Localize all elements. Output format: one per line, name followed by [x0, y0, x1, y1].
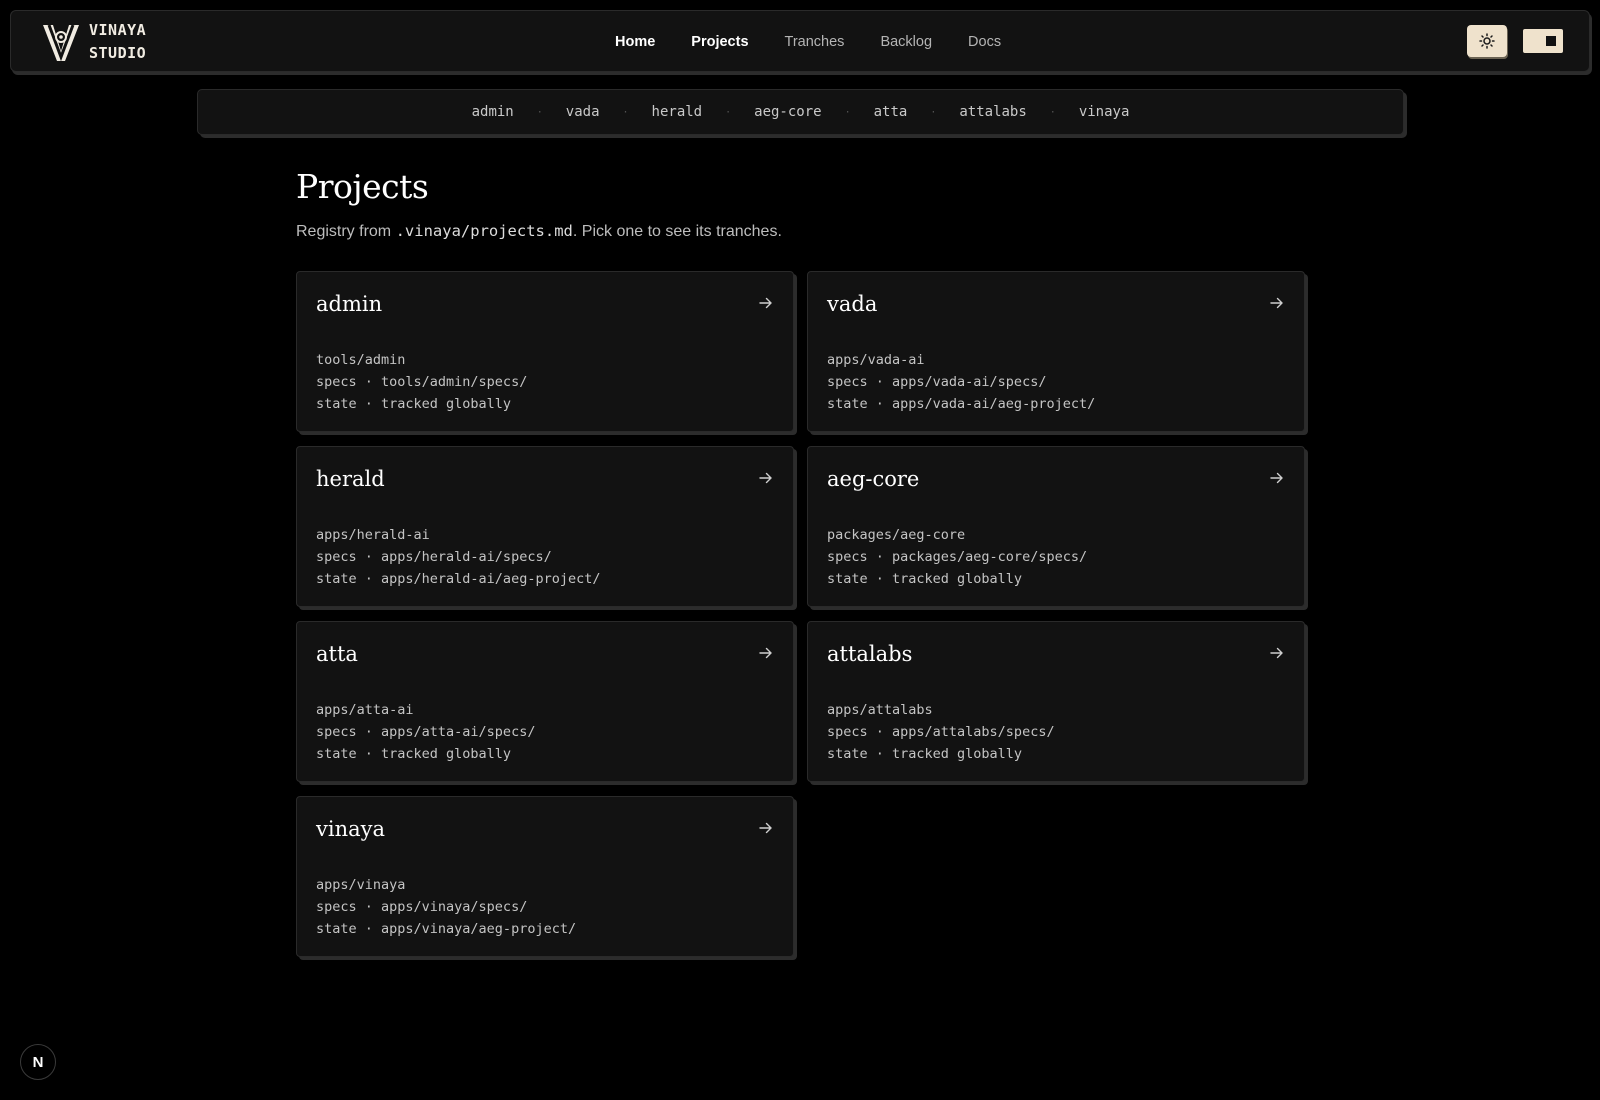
project-card-details: apps/vinaya specs · apps/vinaya/specs/sta…: [316, 874, 576, 940]
strip-link-herald[interactable]: herald: [652, 104, 703, 120]
page-subtitle: Registry from .vinaya/projects.md. Pick …: [296, 222, 782, 241]
subtitle-code-path: .vinaya/projects.md: [395, 222, 573, 240]
project-card-title: vada: [827, 292, 878, 316]
brand-line-1: VINAYA: [89, 21, 147, 39]
project-state: state · tracked globally: [827, 746, 1023, 762]
strip-link-admin[interactable]: admin: [472, 104, 514, 120]
project-card-title: attalabs: [827, 642, 913, 666]
project-card-title: admin: [316, 292, 383, 316]
strip-separator: ·: [725, 106, 732, 118]
project-specs: specs · apps/vinaya/specs/: [316, 899, 528, 915]
strip-link-vinaya[interactable]: vinaya: [1079, 104, 1130, 120]
project-path: apps/attalabs: [827, 702, 933, 718]
project-state: state · apps/vinaya/aeg-project/: [316, 921, 577, 937]
arrow-right-icon: [759, 821, 773, 840]
nav-link-docs[interactable]: Docs: [968, 34, 1001, 50]
sun-icon: [1479, 33, 1495, 49]
nextjs-icon: N: [32, 1053, 44, 1071]
project-card-title: aeg-core: [827, 467, 920, 491]
project-card-atta[interactable]: atta apps/atta-ai specs · apps/atta-ai/spe…: [296, 621, 794, 782]
project-path: tools/admin: [316, 352, 406, 368]
project-card-vada[interactable]: vada apps/vada-ai specs · apps/vada-ai/spe…: [807, 271, 1305, 432]
project-state: state · apps/vada-ai/aeg-project/: [827, 396, 1096, 412]
project-specs: specs · apps/atta-ai/specs/: [316, 724, 536, 740]
vinaya-logo-icon: [43, 24, 79, 62]
nav-link-projects[interactable]: Projects: [691, 34, 748, 50]
arrow-right-icon: [759, 646, 773, 665]
nav-link-tranches[interactable]: Tranches: [785, 34, 845, 50]
project-state: state · apps/herald-ai/aeg-project/: [316, 571, 601, 587]
brand-logo[interactable]: VINAYA STUDIO: [41, 19, 146, 65]
strip-separator: ·: [930, 106, 937, 118]
strip-link-aeg-core[interactable]: aeg-core: [754, 104, 821, 120]
project-card-title: vinaya: [316, 817, 386, 841]
project-card-title: atta: [316, 642, 358, 666]
theme-mode-button[interactable]: [1467, 25, 1507, 57]
project-card-details: apps/atta-ai specs · apps/atta-ai/specs/s…: [316, 699, 535, 765]
project-state: state · tracked globally: [316, 746, 512, 762]
strip-link-vada[interactable]: vada: [566, 104, 600, 120]
theme-toggle[interactable]: [1523, 29, 1563, 53]
strip-separator: ·: [1049, 106, 1056, 118]
project-specs: specs · apps/vada-ai/specs/: [827, 374, 1047, 390]
strip-separator: ·: [622, 106, 629, 118]
project-card-details: packages/aeg-core specs · packages/aeg-co…: [827, 524, 1087, 590]
subtitle-text-before: Registry from: [296, 223, 396, 240]
project-card-details: apps/attalabs specs · apps/attalabs/specs…: [827, 699, 1055, 765]
top-navbar: VINAYA STUDIO Home Projects Tranches Backlo…: [10, 10, 1590, 72]
arrow-right-icon: [1270, 646, 1284, 665]
project-card-details: tools/admin specs · tools/admin/specs/sta…: [316, 349, 527, 415]
project-switcher-strip: admin · vada · herald · aeg-core · atta · attalabs…: [197, 89, 1404, 135]
strip-separator: ·: [536, 106, 543, 118]
project-card-herald[interactable]: herald apps/herald-ai specs · apps/herald-…: [296, 446, 794, 607]
brand-wordmark: VINAYA STUDIO: [89, 19, 146, 65]
toggle-knob: [1546, 36, 1556, 46]
project-specs: specs · packages/aeg-core/specs/: [827, 549, 1088, 565]
project-card-grid: admin tools/admin specs · tools/admin/spec…: [296, 271, 1308, 957]
main-nav: Home Projects Tranches Backlog Docs: [615, 11, 1001, 73]
project-path: apps/atta-ai: [316, 702, 414, 718]
project-state: state · tracked globally: [316, 396, 512, 412]
project-card-attalabs[interactable]: attalabs apps/attalabs specs · apps/attala…: [807, 621, 1305, 782]
arrow-right-icon: [759, 296, 773, 315]
project-card-details: apps/vada-ai specs · apps/vada-ai/specs/s…: [827, 349, 1095, 415]
brand-line-2: STUDIO: [89, 44, 147, 62]
project-card-title: herald: [316, 467, 385, 491]
project-specs: specs · apps/attalabs/specs/: [827, 724, 1055, 740]
strip-link-atta[interactable]: atta: [874, 104, 908, 120]
project-card-admin[interactable]: admin tools/admin specs · tools/admin/spec…: [296, 271, 794, 432]
subtitle-text-after: . Pick one to see its tranches.: [572, 223, 782, 240]
strip-link-attalabs[interactable]: attalabs: [959, 104, 1026, 120]
project-path: apps/vada-ai: [827, 352, 925, 368]
project-path: packages/aeg-core: [827, 527, 966, 543]
project-card-aeg-core[interactable]: aeg-core packages/aeg-core specs · package…: [807, 446, 1305, 607]
nextjs-dev-badge[interactable]: N: [20, 1044, 56, 1080]
project-specs: specs · apps/herald-ai/specs/: [316, 549, 552, 565]
arrow-right-icon: [1270, 296, 1284, 315]
project-card-vinaya[interactable]: vinaya apps/vinaya specs · apps/vinaya/spe…: [296, 796, 794, 957]
arrow-right-icon: [1270, 471, 1284, 490]
nav-link-backlog[interactable]: Backlog: [880, 34, 932, 50]
page-title: Projects: [296, 167, 429, 206]
nav-link-home[interactable]: Home: [615, 34, 655, 50]
project-specs: specs · tools/admin/specs/: [316, 374, 528, 390]
project-state: state · tracked globally: [827, 571, 1023, 587]
strip-separator: ·: [844, 106, 851, 118]
project-path: apps/vinaya: [316, 877, 406, 893]
project-path: apps/herald-ai: [316, 527, 430, 543]
project-card-details: apps/herald-ai specs · apps/herald-ai/spe…: [316, 524, 600, 590]
arrow-right-icon: [759, 471, 773, 490]
